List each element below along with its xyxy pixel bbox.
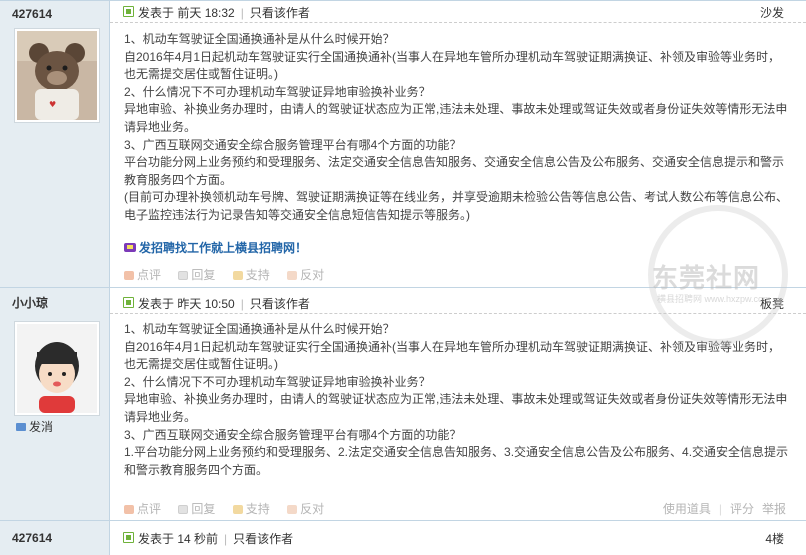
reply-label: 回复 [191,502,216,516]
online-status-icon [123,297,134,308]
post-time: 前天 18:32 [177,6,235,20]
post-line: 2、什么情况下不可办理机动车驾驶证异地审验换补业务？ [124,374,431,389]
post-meta-bar: 发表于 前天 18:32 | 只看该作者 沙发 [110,1,806,23]
support-label: 支持 [245,268,270,282]
divider: | [224,532,228,546]
bear-avatar-image: ♥ [17,31,97,120]
send-message-link[interactable]: 发消 [16,418,53,435]
comment-button[interactable]: 点评 [124,500,161,517]
support-label: 支持 [245,502,270,516]
thumbs-down-icon [287,271,298,280]
author-column: 小小琼 发消 [0,288,110,521]
thumbs-up-icon [232,271,243,280]
comment-icon [124,271,134,280]
divider: | [718,502,722,516]
reply-label: 回复 [191,268,216,282]
post-body: 1、机动车驾驶证全国通换通补是从什么时候开始？ 自2016年4月1日起机动车驾驶… [124,31,792,225]
author-name[interactable]: 427614 [12,7,52,21]
post-meta: 发表于 前天 18:32 | 只看该作者 [138,4,310,21]
report-button[interactable]: 举报 [762,502,786,516]
thumbs-up-icon [232,505,243,514]
comment-label: 点评 [137,268,162,282]
post-actions: 点评 回复 支持 反对 [124,500,338,517]
floor-number[interactable]: 4楼 [765,530,784,547]
post-line: 自2016年4月1日起机动车驾驶证实行全国通换通补(当事人在异地车管所办理机动车… [124,49,781,82]
post-time: 14 秒前 [177,532,219,546]
oppose-label: 反对 [300,268,325,282]
author-name[interactable]: 小小琼 [12,294,48,311]
post-line: 1.平台功能分网上业务预约和受理服务、2.法定交通安全信息告知服务、3.交通安全… [124,445,789,477]
post-meta-bar: 发表于 14 秒前 | 只看该作者 4楼 [110,527,806,549]
posted-label: 发表于 [138,6,175,20]
divider: | [240,297,244,311]
post-line: 平台功能分网上业务预约和受理服务、法定交通安全信息告知服务、交通安全信息公告及公… [124,155,785,187]
post-3: 427614 发表于 14 秒前 | 只看该作者 4楼 [0,520,806,555]
only-author-link[interactable]: 只看该作者 [250,297,310,311]
comment-label: 点评 [137,502,162,516]
post-line: 异地审验、补换业务办理时，由请人的驾驶证状态应为正常,违法未处理、事故未处理或驾… [124,392,788,424]
thumbs-down-icon [287,505,298,514]
promo-link[interactable]: 发招聘找工作就上横县招聘网！ [124,239,307,256]
post-line: 2、什么情况下不可办理机动车驾驶证异地审验换补业务？ [124,84,431,99]
online-status-icon [123,6,134,17]
support-button[interactable]: 支持 [232,266,270,283]
post-line: 自2016年4月1日起机动车驾驶证实行全国通换通补(当事人在异地车管所办理机动车… [124,339,781,372]
reply-icon [178,505,189,514]
promo-icon [124,243,136,252]
use-tool-button[interactable]: 使用道具 [663,502,711,516]
post-line: 3、广西互联网交通安全综合服务管理平台有哪4个方面的功能？ [124,427,462,442]
rate-button[interactable]: 评分 [730,502,754,516]
post-actions: 点评 回复 支持 反对 [124,266,338,283]
envelope-icon [16,423,26,431]
promo-text: 发招聘找工作就上横县招聘网！ [139,241,308,255]
reply-button[interactable]: 回复 [178,500,215,517]
oppose-button[interactable]: 反对 [287,500,324,517]
online-status-icon [123,532,134,543]
watermark-subtext: 横县招聘网 www.hxzpw.com [657,294,771,304]
author-column: 427614 [0,521,110,555]
oppose-label: 反对 [300,502,325,516]
oppose-button[interactable]: 反对 [287,266,324,283]
posted-label: 发表于 [138,532,175,546]
svg-text:♥: ♥ [49,100,56,109]
only-author-link[interactable]: 只看该作者 [233,532,293,546]
post-body: 1、机动车驾驶证全国通换通补是从什么时候开始？ 自2016年4月1日起机动车驾驶… [124,321,792,479]
comment-icon [124,505,134,514]
posted-label: 发表于 [138,297,175,311]
post-time: 昨天 10:50 [177,297,235,311]
avatar[interactable]: ♥ [14,28,100,123]
author-column: 427614 ♥ [0,1,110,288]
default-avatar-image [17,324,97,413]
post-content: 发表于 14 秒前 | 只看该作者 4楼 [110,521,806,555]
avatar[interactable] [14,321,100,416]
post-line: 1、机动车驾驶证全国通换通补是从什么时候开始？ [124,32,395,46]
post-tools: 使用道具 | 评分 举报 [655,500,786,517]
post-line: 3、广西互联网交通安全综合服务管理平台有哪4个方面的功能？ [124,137,462,152]
post-meta: 发表于 14 秒前 | 只看该作者 [138,530,293,547]
post-line: 异地审验、补换业务办理时，由请人的驾驶证状态应为正常,违法未处理、事故未处理或驾… [124,102,788,134]
post-meta: 发表于 昨天 10:50 | 只看该作者 [138,295,310,312]
floor-number[interactable]: 沙发 [760,4,784,21]
reply-button[interactable]: 回复 [178,266,215,283]
divider: | [240,6,244,20]
support-button[interactable]: 支持 [232,500,270,517]
author-name[interactable]: 427614 [12,531,52,545]
comment-button[interactable]: 点评 [124,266,161,283]
send-message-label: 发消 [29,420,54,434]
only-author-link[interactable]: 只看该作者 [250,6,310,20]
reply-icon [178,271,189,280]
watermark-logo: 东莞社网 [652,264,761,294]
